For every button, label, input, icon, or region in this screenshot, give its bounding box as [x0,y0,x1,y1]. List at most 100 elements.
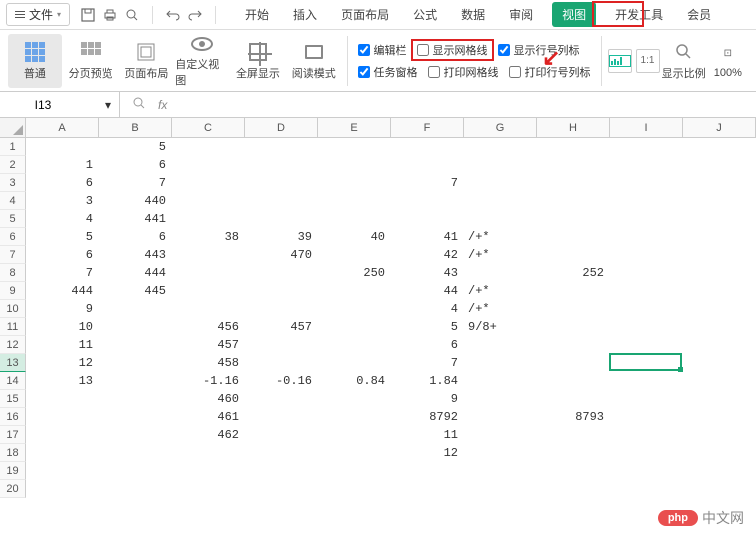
cell-G17[interactable] [464,426,537,444]
cell-F20[interactable] [391,480,464,498]
cell-D15[interactable] [245,390,318,408]
cell-A5[interactable]: 4 [26,210,99,228]
cell-A17[interactable] [26,426,99,444]
cell-F8[interactable]: 43 [391,264,464,282]
cell-I17[interactable] [610,426,683,444]
cell-E1[interactable] [318,138,391,156]
cell-G15[interactable] [464,390,537,408]
cell-H19[interactable] [537,462,610,480]
cell-D12[interactable] [245,336,318,354]
cell-F13[interactable]: 7 [391,354,464,372]
cell-A11[interactable]: 10 [26,318,99,336]
select-all-corner[interactable] [0,118,26,138]
cell-F9[interactable]: 44 [391,282,464,300]
row-header-18[interactable]: 18 [0,444,26,462]
cell-C16[interactable]: 461 [172,408,245,426]
cell-E14[interactable]: 0.84 [318,372,391,390]
cell-J17[interactable] [683,426,756,444]
cell-B15[interactable] [99,390,172,408]
cell-J1[interactable] [683,138,756,156]
cell-H7[interactable] [537,246,610,264]
cell-J10[interactable] [683,300,756,318]
cell-G9[interactable]: /+* [464,282,537,300]
cell-A16[interactable] [26,408,99,426]
cell-D13[interactable] [245,354,318,372]
cell-H4[interactable] [537,192,610,210]
cell-E8[interactable]: 250 [318,264,391,282]
cell-I6[interactable] [610,228,683,246]
zoom-value-button[interactable]: ⊡ 100% [708,34,748,88]
cell-E4[interactable] [318,192,391,210]
name-box-input[interactable] [8,98,78,112]
preview-icon[interactable] [124,7,140,23]
cell-C8[interactable] [172,264,245,282]
cell-D7[interactable]: 470 [245,246,318,264]
row-header-5[interactable]: 5 [0,210,26,228]
cell-D20[interactable] [245,480,318,498]
row-header-1[interactable]: 1 [0,138,26,156]
cell-F6[interactable]: 41 [391,228,464,246]
cell-B3[interactable]: 7 [99,174,172,192]
cell-A7[interactable]: 6 [26,246,99,264]
cell-I8[interactable] [610,264,683,282]
cell-C19[interactable] [172,462,245,480]
cell-D9[interactable] [245,282,318,300]
cell-I12[interactable] [610,336,683,354]
cell-I11[interactable] [610,318,683,336]
row-header-7[interactable]: 7 [0,246,26,264]
cell-E20[interactable] [318,480,391,498]
cell-E19[interactable] [318,462,391,480]
tab-0[interactable]: 开始 [240,2,274,27]
row-header-4[interactable]: 4 [0,192,26,210]
cell-I16[interactable] [610,408,683,426]
cell-G13[interactable] [464,354,537,372]
cell-A15[interactable] [26,390,99,408]
cell-H15[interactable] [537,390,610,408]
tab-4[interactable]: 数据 [456,2,490,27]
cell-H20[interactable] [537,480,610,498]
cell-F16[interactable]: 8792 [391,408,464,426]
cell-J6[interactable] [683,228,756,246]
cell-F5[interactable] [391,210,464,228]
cell-A8[interactable]: 7 [26,264,99,282]
cell-C5[interactable] [172,210,245,228]
cell-G1[interactable] [464,138,537,156]
row-header-12[interactable]: 12 [0,336,26,354]
cell-A4[interactable]: 3 [26,192,99,210]
cell-A13[interactable]: 12 [26,354,99,372]
cell-I19[interactable] [610,462,683,480]
cell-E5[interactable] [318,210,391,228]
cell-C3[interactable] [172,174,245,192]
cell-I3[interactable] [610,174,683,192]
cell-F14[interactable]: 1.84 [391,372,464,390]
col-header-E[interactable]: E [318,118,391,138]
cell-D17[interactable] [245,426,318,444]
cell-C6[interactable]: 38 [172,228,245,246]
print-icon[interactable] [102,7,118,23]
save-icon[interactable] [80,7,96,23]
cell-D6[interactable]: 39 [245,228,318,246]
row-header-8[interactable]: 8 [0,264,26,282]
cell-B11[interactable] [99,318,172,336]
cell-H11[interactable] [537,318,610,336]
cell-F19[interactable] [391,462,464,480]
redo-icon[interactable] [187,7,203,23]
cell-B2[interactable]: 6 [99,156,172,174]
cell-D3[interactable] [245,174,318,192]
cell-J19[interactable] [683,462,756,480]
view-reading-button[interactable]: 阅读模式 [287,34,341,88]
tab-5[interactable]: 审阅 [504,2,538,27]
row-header-3[interactable]: 3 [0,174,26,192]
cell-I9[interactable] [610,282,683,300]
cell-B14[interactable] [99,372,172,390]
row-header-6[interactable]: 6 [0,228,26,246]
cell-A1[interactable] [26,138,99,156]
row-header-13[interactable]: 13 [0,354,26,372]
cell-D10[interactable] [245,300,318,318]
cell-B6[interactable]: 6 [99,228,172,246]
cell-D18[interactable] [245,444,318,462]
col-header-I[interactable]: I [610,118,683,138]
cell-B10[interactable] [99,300,172,318]
cell-J11[interactable] [683,318,756,336]
col-header-A[interactable]: A [26,118,99,138]
